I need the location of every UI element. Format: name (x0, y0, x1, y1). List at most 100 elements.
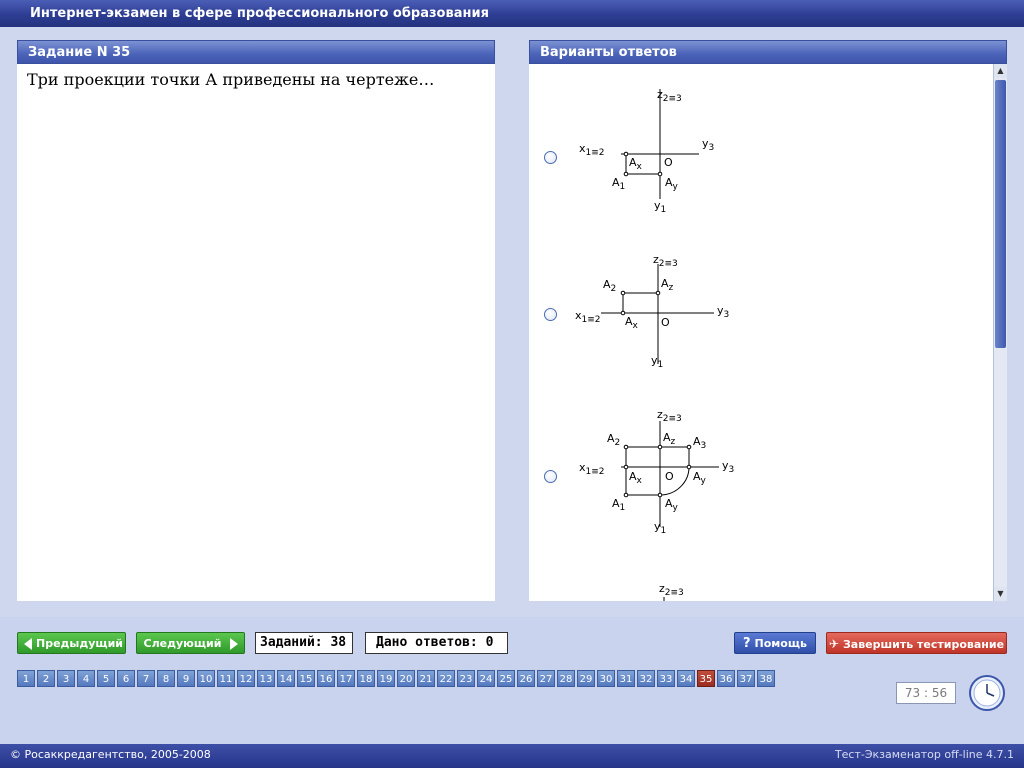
nav-question-24[interactable]: 24 (477, 670, 495, 687)
arrow-left-icon (24, 638, 32, 650)
question-text: Три проекции точки А приведены на чертеж… (27, 70, 435, 89)
nav-question-27[interactable]: 27 (537, 670, 555, 687)
next-button[interactable]: Следующий (136, 632, 245, 654)
svg-text:A3: A3 (693, 435, 706, 451)
svg-text:A2: A2 (603, 278, 616, 294)
nav-question-32[interactable]: 32 (637, 670, 655, 687)
nav-question-2[interactable]: 2 (37, 670, 55, 687)
answer-radio-2[interactable] (544, 308, 557, 321)
nav-question-35[interactable]: 35 (697, 670, 715, 687)
nav-question-15[interactable]: 15 (297, 670, 315, 687)
svg-text:y1: y1 (654, 520, 666, 536)
answer-diagram-4: z2≡3 (659, 582, 684, 601)
svg-text:x1≡2: x1≡2 (579, 142, 605, 158)
nav-question-11[interactable]: 11 (217, 670, 235, 687)
answers-given: Дано ответов: 0 (365, 632, 508, 654)
answers-scrollbar[interactable]: ▲ ▼ (993, 64, 1007, 601)
nav-question-36[interactable]: 36 (717, 670, 735, 687)
copyright-text: © Росаккредагентство, 2005-2008 (10, 748, 211, 761)
finish-button-label: Завершить тестирование (842, 638, 1005, 651)
answer-option-1: z2≡3 x1≡2 y3 O Ax A1 Ay y1 (529, 84, 989, 254)
answer-option-2: z2≡3 x1≡2 y3 O A2 Az Ax y1 (529, 249, 989, 419)
nav-question-22[interactable]: 22 (437, 670, 455, 687)
svg-text:Ay: Ay (665, 176, 679, 192)
question-icon: ? (743, 636, 751, 651)
arrow-right-icon (230, 638, 238, 650)
prev-button-label: Предыдущий (35, 637, 123, 650)
answer-diagram-3: z2≡3 x1≡2 y3 O A2 Az A3 Ax Ay A1 Ay y1 (579, 409, 734, 536)
svg-text:Ax: Ax (629, 470, 643, 486)
clock-icon (969, 675, 1005, 711)
scroll-up-icon[interactable]: ▲ (994, 64, 1007, 78)
svg-text:x1≡2: x1≡2 (579, 461, 605, 477)
svg-text:A1: A1 (612, 497, 625, 513)
nav-question-29[interactable]: 29 (577, 670, 595, 687)
nav-question-1[interactable]: 1 (17, 670, 35, 687)
nav-question-26[interactable]: 26 (517, 670, 535, 687)
svg-text:Ax: Ax (629, 156, 643, 172)
svg-text:z2≡3: z2≡3 (653, 253, 678, 269)
nav-question-18[interactable]: 18 (357, 670, 375, 687)
svg-text:Az: Az (661, 277, 674, 293)
nav-question-34[interactable]: 34 (677, 670, 695, 687)
nav-question-17[interactable]: 17 (337, 670, 355, 687)
answer-diagram-2: z2≡3 x1≡2 y3 O A2 Az Ax y1 (575, 253, 729, 370)
nav-question-25[interactable]: 25 (497, 670, 515, 687)
nav-question-10[interactable]: 10 (197, 670, 215, 687)
nav-question-7[interactable]: 7 (137, 670, 155, 687)
svg-text:y3: y3 (722, 459, 734, 475)
scroll-down-icon[interactable]: ▼ (994, 587, 1007, 601)
svg-text:O: O (661, 316, 670, 329)
help-button-label: Помощь (754, 637, 807, 650)
nav-question-31[interactable]: 31 (617, 670, 635, 687)
nav-question-28[interactable]: 28 (557, 670, 575, 687)
nav-question-6[interactable]: 6 (117, 670, 135, 687)
svg-text:O: O (665, 470, 674, 483)
answers-panel-header: Варианты ответов (529, 40, 1007, 64)
next-button-label: Следующий (143, 637, 222, 650)
svg-text:Ax: Ax (625, 315, 639, 331)
nav-question-5[interactable]: 5 (97, 670, 115, 687)
nav-question-33[interactable]: 33 (657, 670, 675, 687)
answer-option-3: z2≡3 x1≡2 y3 O A2 Az A3 Ax Ay A1 Ay y1 (529, 409, 989, 579)
svg-text:z2≡3: z2≡3 (657, 88, 682, 104)
running-man-icon: ✈ (828, 637, 839, 651)
answer-option-4: z2≡3 (529, 564, 989, 601)
answer-diagram-1: z2≡3 x1≡2 y3 O Ax A1 Ay y1 (579, 88, 714, 215)
scroll-thumb[interactable] (995, 80, 1006, 348)
timer: 73 : 56 (896, 682, 956, 704)
prev-button[interactable]: Предыдущий (17, 632, 126, 654)
nav-question-12[interactable]: 12 (237, 670, 255, 687)
help-button[interactable]: ? Помощь (734, 632, 816, 654)
nav-question-14[interactable]: 14 (277, 670, 295, 687)
svg-text:O: O (664, 156, 673, 169)
answer-radio-1[interactable] (544, 151, 557, 164)
nav-question-23[interactable]: 23 (457, 670, 475, 687)
svg-text:x1≡2: x1≡2 (575, 309, 601, 325)
nav-question-20[interactable]: 20 (397, 670, 415, 687)
answer-radio-3[interactable] (544, 470, 557, 483)
answers-panel: z2≡3 x1≡2 y3 O Ax A1 Ay y1 z2≡3 x1≡2 y3 … (529, 64, 1007, 601)
finish-button[interactable]: ✈ Завершить тестирование (826, 632, 1007, 654)
svg-text:Az: Az (663, 431, 676, 447)
nav-question-8[interactable]: 8 (157, 670, 175, 687)
svg-text:y1: y1 (654, 199, 666, 215)
title-bar: Интернет-экзамен в сфере профессионально… (0, 0, 1024, 27)
svg-text:y3: y3 (717, 304, 729, 320)
nav-question-13[interactable]: 13 (257, 670, 275, 687)
nav-question-16[interactable]: 16 (317, 670, 335, 687)
window-title: Интернет-экзамен в сфере профессионально… (30, 6, 489, 21)
question-panel: Три проекции точки А приведены на чертеж… (17, 64, 495, 601)
nav-question-37[interactable]: 37 (737, 670, 755, 687)
nav-question-19[interactable]: 19 (377, 670, 395, 687)
nav-question-4[interactable]: 4 (77, 670, 95, 687)
svg-text:z2≡3: z2≡3 (659, 582, 684, 598)
nav-question-3[interactable]: 3 (57, 670, 75, 687)
nav-question-38[interactable]: 38 (757, 670, 775, 687)
nav-question-21[interactable]: 21 (417, 670, 435, 687)
svg-text:z2≡3: z2≡3 (657, 409, 682, 424)
nav-question-30[interactable]: 30 (597, 670, 615, 687)
svg-text:Ay: Ay (693, 470, 707, 486)
svg-text:y1: y1 (651, 354, 663, 370)
nav-question-9[interactable]: 9 (177, 670, 195, 687)
